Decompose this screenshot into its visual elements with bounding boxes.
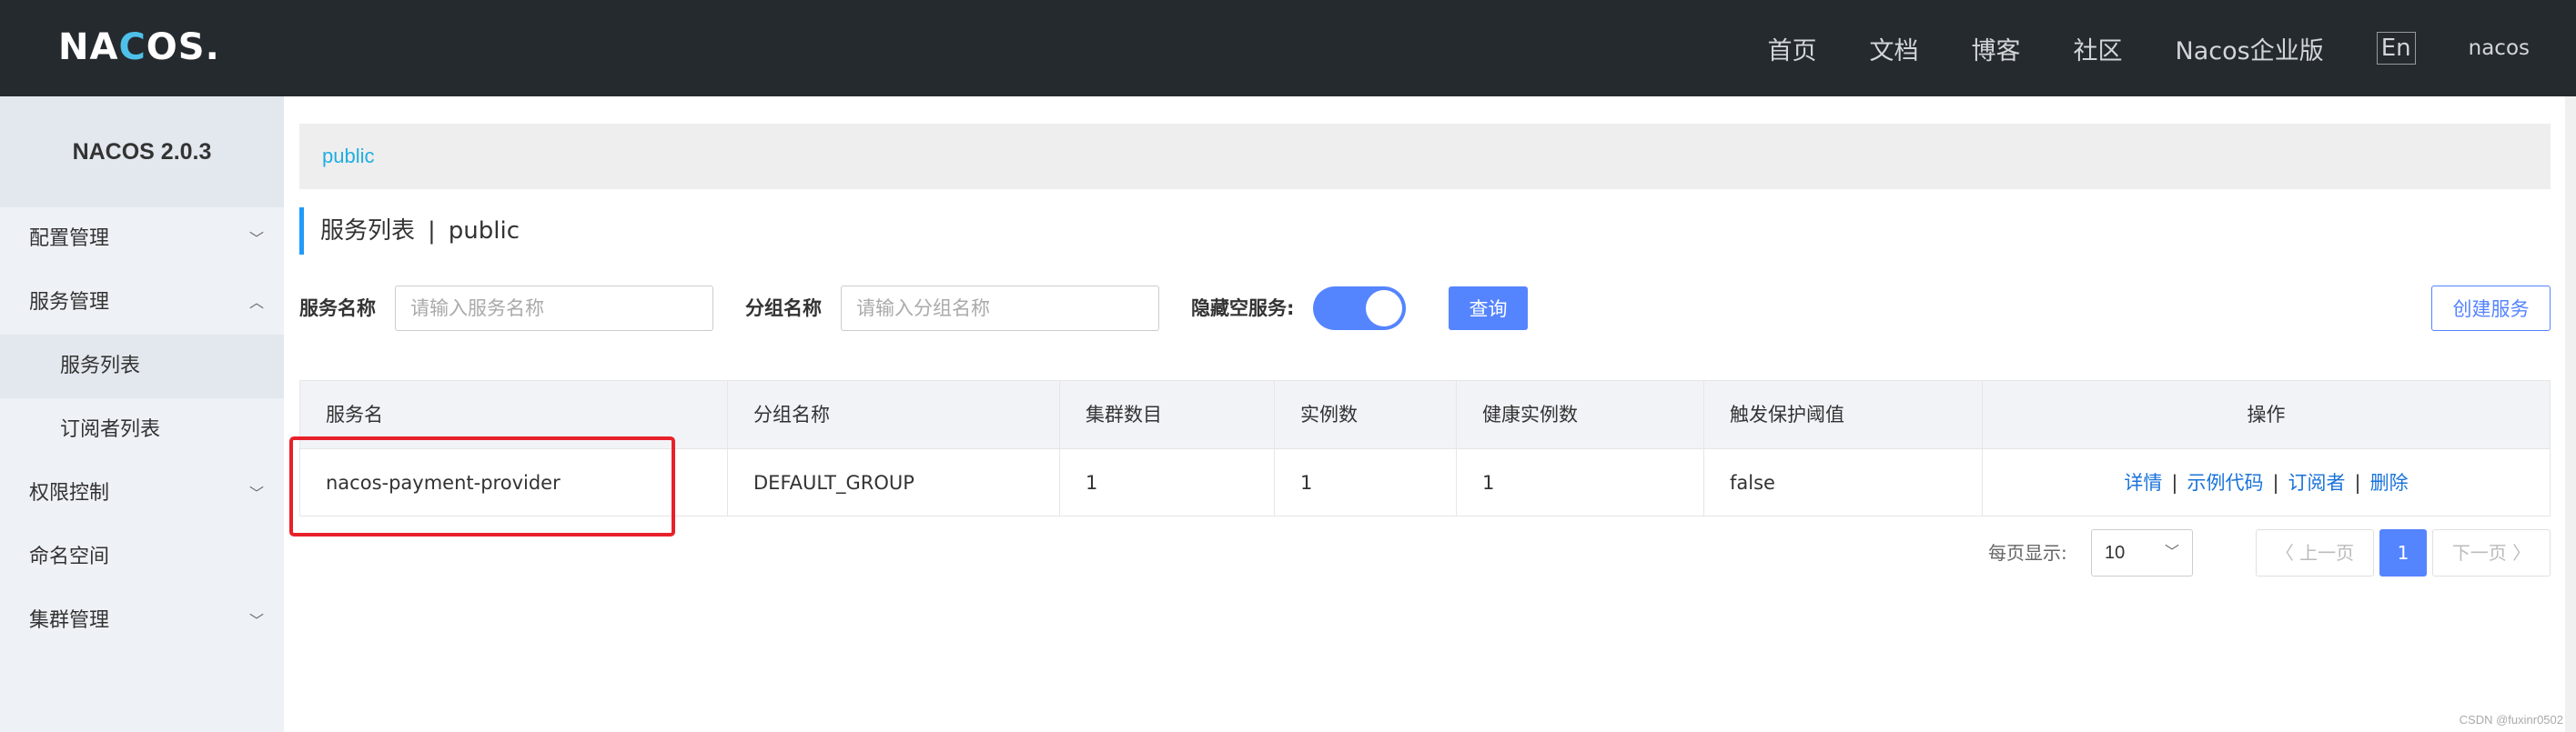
menu-label: 集群管理 <box>29 609 110 632</box>
delete-link[interactable]: 删除 <box>2370 472 2409 494</box>
hide-empty-label: 隐藏空服务: <box>1191 297 1295 319</box>
toggle-knob <box>1366 290 1402 326</box>
top-navbar: NACOS. 首页 文档 博客 社区 Nacos企业版 En nacos <box>0 0 2576 96</box>
service-name-label: 服务名称 <box>299 297 376 319</box>
pagination: 每页显示: 10 ﹀ 〈 上一页 1 下一页 〉 <box>284 529 2551 577</box>
page-title-text: 服务列表 <box>320 217 416 245</box>
menu-label: 服务管理 <box>29 291 110 314</box>
service-table: 服务名 分组名称 集群数目 实例数 健康实例数 触发保护阈值 操作 nacos-… <box>299 380 2551 516</box>
namespace-tab-public[interactable]: public <box>322 124 374 189</box>
chevron-down-icon: ﹀ <box>248 612 264 629</box>
menu-label: 命名空间 <box>29 546 110 568</box>
chevron-right-icon: 〉 <box>2506 542 2531 564</box>
cell-service-name: nacos-payment-provider <box>300 449 728 516</box>
menu-cluster-management[interactable]: 集群管理 ﹀ <box>0 589 284 653</box>
op-separator: | <box>2171 472 2178 494</box>
cell-instance-count: 1 <box>1275 449 1457 516</box>
next-page-button[interactable]: 下一页 〉 <box>2432 529 2551 577</box>
page-size-label: 每页显示: <box>1988 542 2067 564</box>
header-service-name: 服务名 <box>300 381 728 448</box>
header-threshold: 触发保护阈值 <box>1704 381 1983 448</box>
nacos-logo[interactable]: NACOS. <box>58 20 220 75</box>
watermark: CSDN @fuxinr0502 <box>2459 713 2563 727</box>
menu-auth-control[interactable]: 权限控制 ﹀ <box>0 462 284 526</box>
menu-config-management[interactable]: 配置管理 ﹀ <box>0 207 284 271</box>
table-header-row: 服务名 分组名称 集群数目 实例数 健康实例数 触发保护阈值 操作 <box>300 381 2550 448</box>
page-scrollbar[interactable] <box>2565 96 2576 732</box>
service-name-input[interactable] <box>395 286 713 331</box>
language-toggle[interactable]: En <box>2376 32 2416 65</box>
nav-enterprise[interactable]: Nacos企业版 <box>2176 31 2324 66</box>
prev-page-button[interactable]: 〈 上一页 <box>2256 529 2374 577</box>
user-name[interactable]: nacos <box>2469 36 2530 60</box>
nav-community[interactable]: 社区 <box>2074 31 2123 66</box>
top-nav: 首页 文档 博客 社区 Nacos企业版 En nacos <box>1768 0 2576 96</box>
nav-docs[interactable]: 文档 <box>1870 31 1919 66</box>
page-size-select[interactable]: 10 ﹀ <box>2091 529 2193 577</box>
next-page-label: 下一页 <box>2451 542 2507 564</box>
subscribers-link[interactable]: 订阅者 <box>2288 472 2346 494</box>
table-row: nacos-payment-provider DEFAULT_GROUP 1 1… <box>300 448 2550 516</box>
filter-bar: 服务名称 分组名称 隐藏空服务: 查询 创建服务 <box>299 286 2551 331</box>
page-size-value: 10 <box>2105 543 2126 563</box>
page-title: 服务列表 | public <box>299 207 520 255</box>
header-healthy-count: 健康实例数 <box>1457 381 1704 448</box>
chevron-up-icon: ︿ <box>248 294 264 311</box>
header-group-name: 分组名称 <box>728 381 1060 448</box>
cell-operations: 详情 | 示例代码 | 订阅者 | 删除 <box>1983 449 2550 516</box>
sidebar: NACOS 2.0.3 配置管理 ﹀ 服务管理 ︿ 服务列表 订阅者列表 权限控… <box>0 96 284 732</box>
query-button[interactable]: 查询 <box>1449 286 1528 330</box>
chevron-left-icon: 〈 <box>2275 542 2300 564</box>
submenu-service-list[interactable]: 服务列表 <box>0 335 284 398</box>
cell-group-name: DEFAULT_GROUP <box>728 449 1060 516</box>
menu-label: 配置管理 <box>29 227 110 250</box>
logo-text-prefix: NA <box>58 26 119 68</box>
prev-page-label: 上一页 <box>2299 542 2355 564</box>
main-content: public 服务列表 | public 服务名称 分组名称 隐藏空服务: 查询 创… <box>284 96 2576 732</box>
nav-home[interactable]: 首页 <box>1768 31 1817 66</box>
op-separator: | <box>2354 472 2361 494</box>
header-operations: 操作 <box>2247 404 2286 426</box>
menu-service-management[interactable]: 服务管理 ︿ <box>0 271 284 335</box>
group-name-input[interactable] <box>841 286 1159 331</box>
cell-cluster-count: 1 <box>1060 449 1275 516</box>
version-label: NACOS 2.0.3 <box>0 96 284 207</box>
current-page-button[interactable]: 1 <box>2379 529 2427 577</box>
page-title-namespace: public <box>448 217 520 245</box>
logo-text-suffix: OS. <box>146 26 220 68</box>
hide-empty-toggle[interactable] <box>1313 286 1406 330</box>
detail-link[interactable]: 详情 <box>2124 472 2162 494</box>
cell-threshold: false <box>1704 449 1983 516</box>
logo-text-c: C <box>118 26 146 68</box>
op-separator: | <box>2272 472 2279 494</box>
group-name-label: 分组名称 <box>745 297 822 319</box>
header-cluster-count: 集群数目 <box>1060 381 1275 448</box>
chevron-down-icon: ﹀ <box>248 230 264 247</box>
namespace-bar: public <box>299 124 2551 189</box>
chevron-down-icon: ﹀ <box>2164 545 2179 560</box>
cell-healthy-count: 1 <box>1457 449 1704 516</box>
title-separator: | <box>428 217 436 245</box>
menu-label: 权限控制 <box>29 482 110 505</box>
chevron-down-icon: ﹀ <box>248 485 264 502</box>
menu-namespace[interactable]: 命名空间 <box>0 526 284 589</box>
nav-blog[interactable]: 博客 <box>1972 31 2021 66</box>
sample-code-link[interactable]: 示例代码 <box>2187 472 2263 494</box>
create-service-button[interactable]: 创建服务 <box>2431 286 2551 331</box>
header-instance-count: 实例数 <box>1275 381 1457 448</box>
submenu-subscribers[interactable]: 订阅者列表 <box>0 398 284 462</box>
